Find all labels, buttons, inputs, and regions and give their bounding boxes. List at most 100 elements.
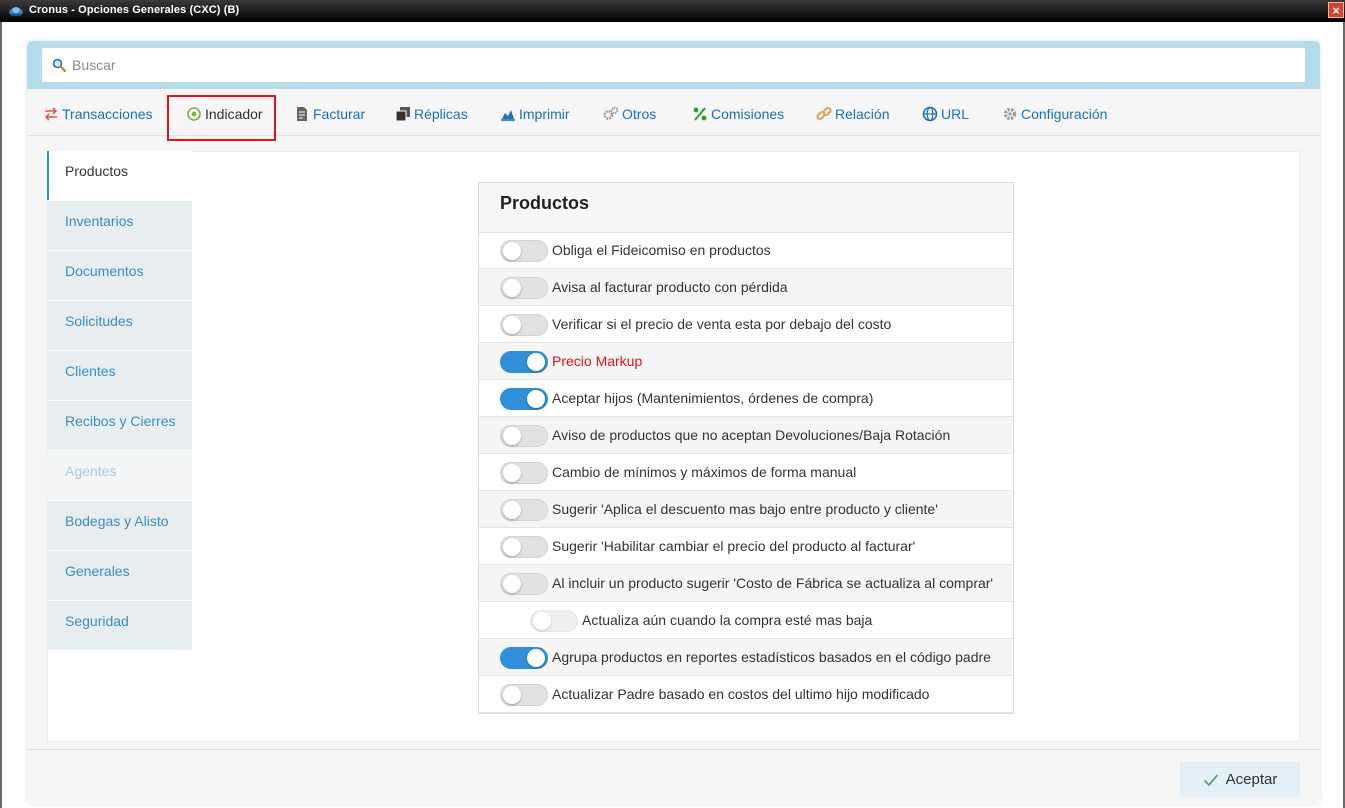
sidebar-item-productos[interactable]: Productos <box>47 151 192 200</box>
sidebar-item-seguridad[interactable]: Seguridad <box>47 601 192 650</box>
toggle-switch[interactable] <box>500 388 548 410</box>
search-input[interactable] <box>72 49 1292 81</box>
option-row: Actualiza aún cuando la compra esté mas … <box>479 602 1013 639</box>
toggle-switch[interactable] <box>500 573 548 595</box>
gear-icon <box>1002 106 1018 122</box>
option-label: Verificar si el precio de venta esta por… <box>552 316 892 332</box>
exchange-icon <box>43 106 59 122</box>
toggle-knob <box>503 501 521 519</box>
link-icon <box>816 106 832 122</box>
footer-divider <box>27 749 1320 750</box>
tab-transacciones[interactable]: Transacciones <box>43 99 153 129</box>
toggle-switch[interactable] <box>500 536 548 558</box>
toggle-knob <box>527 649 545 667</box>
tab-label: Transacciones <box>62 106 153 122</box>
option-label: Aviso de productos que no aceptan Devolu… <box>552 427 951 443</box>
toggle-knob <box>503 575 521 593</box>
panel-header: Productos <box>479 183 1013 233</box>
toggle-switch[interactable] <box>500 240 548 262</box>
toggle-knob <box>503 464 521 482</box>
tab-label: URL <box>941 106 970 122</box>
sidebar-item-clientes[interactable]: Clientes <box>47 351 192 400</box>
tab-imprimir[interactable]: Imprimir <box>500 99 570 129</box>
tab-label: Imprimir <box>519 106 570 122</box>
window-title: Cronus - Opciones Generales (CXC) (B) <box>29 4 240 16</box>
tab-label: Relación <box>835 106 890 122</box>
toggle-switch[interactable] <box>500 277 548 299</box>
option-label: Agrupa productos en reportes estadístico… <box>552 649 991 665</box>
search-box[interactable] <box>41 47 1306 83</box>
tab-label: Facturar <box>313 106 366 122</box>
tab-relacion[interactable]: Relación <box>816 99 889 129</box>
option-row: Al incluir un producto sugerir 'Costo de… <box>479 565 1013 602</box>
tab-configuracion[interactable]: Configuración <box>1002 99 1107 129</box>
sidebar-item-recibos-y-cierres[interactable]: Recibos y Cierres <box>47 401 192 450</box>
sidebar-item-generales[interactable]: Generales <box>47 551 192 600</box>
app-logo-icon <box>9 7 23 16</box>
sidebar-item-bodegas-y-alisto[interactable]: Bodegas y Alisto <box>47 501 192 550</box>
option-label: Aceptar hijos (Mantenimientos, órdenes d… <box>552 390 874 406</box>
toggle-knob <box>533 612 551 630</box>
tab-label: Comisiones <box>711 106 785 122</box>
productos-panel: Productos Obliga el Fideicomiso en produ… <box>478 182 1014 714</box>
accept-button[interactable]: Aceptar <box>1180 762 1300 797</box>
toggle-knob <box>503 686 521 704</box>
toggle-knob <box>527 390 545 408</box>
tab-comisiones[interactable]: Comisiones <box>692 99 784 129</box>
copy-icon <box>395 106 411 122</box>
title-bar: Cronus - Opciones Generales (CXC) (B) × <box>0 0 1345 22</box>
tab-url[interactable]: URL <box>922 99 969 129</box>
toggle-knob <box>503 538 521 556</box>
option-row: Precio Markup <box>479 343 1013 380</box>
toggle-switch[interactable] <box>500 425 548 447</box>
panel-title: Productos <box>500 193 590 213</box>
tab-replicas[interactable]: Réplicas <box>395 99 468 129</box>
option-row: Agrupa productos en reportes estadístico… <box>479 639 1013 676</box>
tab-facturar[interactable]: Facturar <box>294 99 365 129</box>
sidebar-item-documentos[interactable]: Documentos <box>47 251 192 300</box>
tab-label: Configuración <box>1021 106 1108 122</box>
document-icon <box>294 106 310 122</box>
toggle-switch[interactable] <box>500 499 548 521</box>
search-icon <box>52 58 66 72</box>
option-row: Obliga el Fideicomiso en productos <box>479 232 1013 269</box>
sidebar-item-inventarios[interactable]: Inventarios <box>47 201 192 250</box>
option-row: Actualizar Padre basado en costos del ul… <box>479 676 1013 713</box>
option-row: Sugerir 'Habilitar cambiar el precio del… <box>479 528 1013 565</box>
toggle-switch[interactable] <box>500 462 548 484</box>
percent-icon <box>692 106 708 122</box>
check-icon <box>1203 773 1218 786</box>
cogs-icon <box>603 106 619 122</box>
option-row: Cambio de mínimos y máximos de forma man… <box>479 454 1013 491</box>
toggle-knob <box>503 427 521 445</box>
option-label: Precio Markup <box>552 353 643 369</box>
globe-icon <box>922 106 938 122</box>
toggle-switch[interactable] <box>500 351 548 373</box>
option-label: Al incluir un producto sugerir 'Costo de… <box>552 575 994 591</box>
toggle-knob <box>503 316 521 334</box>
tab-otros[interactable]: Otros <box>603 99 656 129</box>
toggle-switch[interactable] <box>500 684 548 706</box>
option-row: Aviso de productos que no aceptan Devolu… <box>479 417 1013 454</box>
sidebar-item-agentes: Agentes <box>47 451 192 500</box>
toggle-switch[interactable] <box>530 610 578 632</box>
toggle-knob <box>503 279 521 297</box>
active-tab-highlight <box>167 95 276 141</box>
toggle-switch[interactable] <box>500 314 548 336</box>
option-label: Actualiza aún cuando la compra esté mas … <box>582 612 873 628</box>
chart-icon <box>500 106 516 122</box>
toggle-knob <box>503 242 521 260</box>
option-label: Sugerir 'Aplica el descuento mas bajo en… <box>552 501 938 517</box>
option-row: Verificar si el precio de venta esta por… <box>479 306 1013 343</box>
option-row: Sugerir 'Aplica el descuento mas bajo en… <box>479 491 1013 528</box>
tab-label: Otros <box>622 106 657 122</box>
sidebar-item-solicitudes[interactable]: Solicitudes <box>47 301 192 350</box>
option-label: Avisa al facturar producto con pérdida <box>552 279 788 295</box>
accept-button-label: Aceptar <box>1225 771 1278 788</box>
option-row: Aceptar hijos (Mantenimientos, órdenes d… <box>479 380 1013 417</box>
toggle-knob <box>527 353 545 371</box>
toggle-switch[interactable] <box>500 647 548 669</box>
close-button[interactable]: × <box>1328 2 1344 18</box>
option-label: Sugerir 'Habilitar cambiar el precio del… <box>552 538 916 554</box>
option-row: Avisa al facturar producto con pérdida <box>479 269 1013 306</box>
